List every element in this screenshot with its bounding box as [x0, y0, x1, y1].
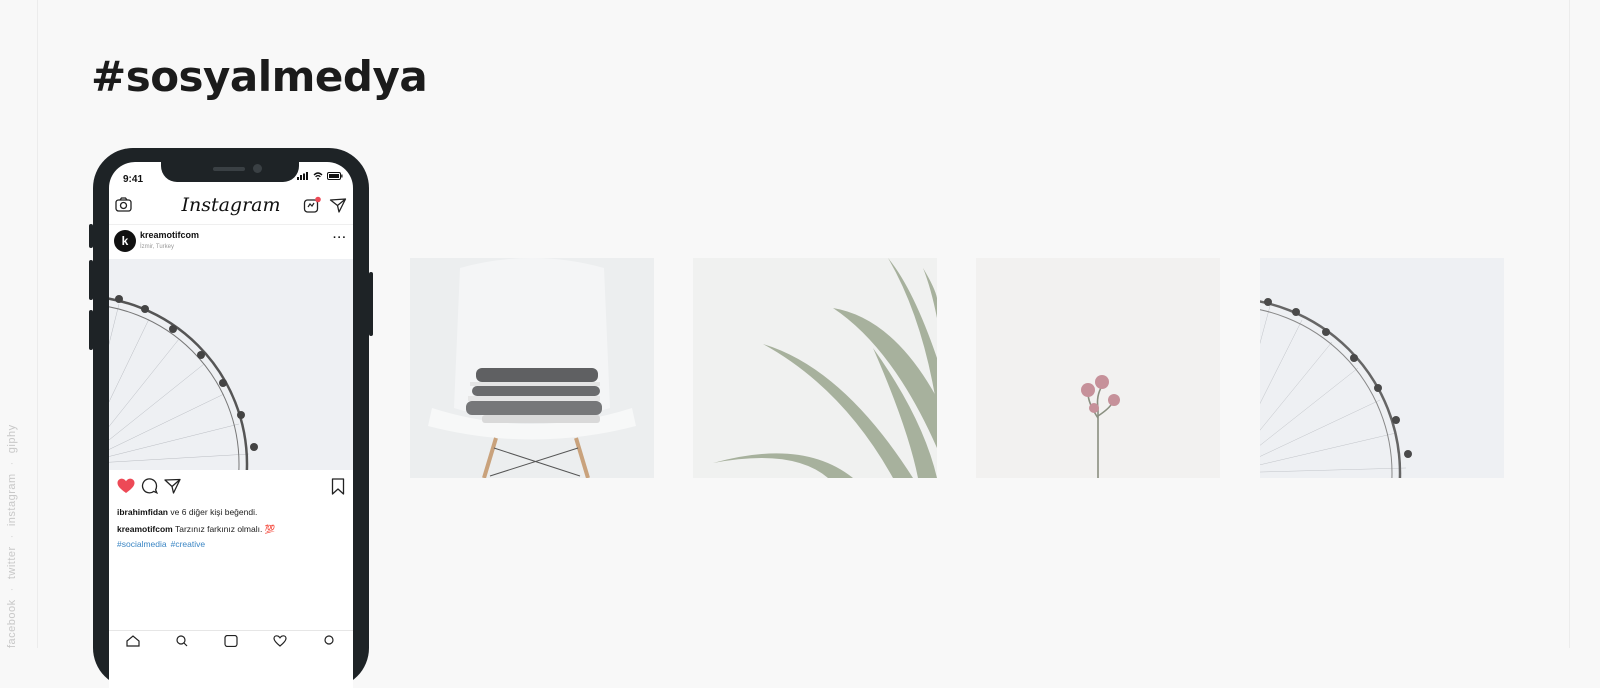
more-options-icon[interactable]: ··· [333, 232, 347, 244]
add-icon[interactable] [224, 635, 238, 647]
signal-icon [297, 172, 308, 180]
front-camera [253, 164, 262, 173]
battery-icon [327, 172, 343, 180]
likes-username[interactable]: ibrahimfidan [117, 507, 168, 517]
right-divider [1569, 0, 1570, 648]
phone-button [89, 260, 93, 300]
bookmark-icon[interactable] [331, 478, 345, 495]
gallery-image-flower[interactable] [976, 258, 1220, 478]
hashtags: #socialmedia #creative [117, 539, 205, 549]
post-location[interactable]: İzmir, Turkey [140, 244, 174, 250]
phone-notch [161, 162, 299, 182]
instagram-header: Instagram [109, 190, 353, 225]
ferris-wheel-image [109, 259, 353, 470]
dried-roses-image [976, 258, 1220, 478]
status-time: 9:41 [123, 174, 144, 185]
profile-icon[interactable] [322, 635, 336, 647]
chair-clothes-image [410, 258, 654, 478]
search-icon[interactable] [175, 635, 189, 647]
status-icons [297, 172, 343, 180]
caption-line: kreamotifcom Tarzınız farkınız olmalı. 💯 [117, 524, 275, 535]
hashtag-link[interactable]: #creative [171, 539, 206, 549]
hashtag-link[interactable]: #socialmedia [117, 539, 167, 549]
share-icon[interactable] [164, 478, 181, 494]
phone-screen: 9:41 Instagram k kreamotifcom İzmir, Tur… [109, 162, 353, 688]
heart-icon[interactable] [117, 478, 135, 494]
social-link-twitter[interactable]: twitter [6, 546, 18, 579]
separator: · [6, 534, 18, 539]
comment-icon[interactable] [141, 478, 158, 494]
post-image[interactable] [109, 259, 353, 470]
agave-plant-image [693, 258, 937, 478]
post-username[interactable]: kreamotifcom [140, 230, 199, 240]
phone-button [89, 224, 93, 248]
social-links: facebook · twitter · instagram · giphy [6, 424, 18, 648]
phone-button [89, 310, 93, 350]
gallery-image-ferris-wheel[interactable] [1260, 258, 1504, 478]
ferris-wheel-image [1260, 258, 1504, 478]
wifi-icon [313, 172, 323, 180]
igtv-icon[interactable] [303, 196, 321, 214]
avatar[interactable]: k [114, 230, 136, 252]
home-icon[interactable] [126, 635, 140, 647]
caption-text: Tarzınız farkınız olmalı. 💯 [174, 524, 276, 534]
gallery-image-chair[interactable] [410, 258, 654, 478]
direct-icon[interactable] [329, 196, 347, 214]
post-actions [117, 478, 345, 500]
separator: · [6, 461, 18, 466]
gallery-image-plant[interactable] [693, 258, 937, 478]
activity-icon[interactable] [273, 635, 287, 647]
post-header: k kreamotifcom İzmir, Turkey ··· [109, 225, 353, 259]
likes-text: ve 6 diğer kişi beğendi. [170, 507, 258, 517]
likes-line: ibrahimfidan ve 6 diğer kişi beğendi. [117, 507, 257, 517]
left-divider [37, 0, 38, 648]
caption-username[interactable]: kreamotifcom [117, 524, 173, 534]
phone-mockup: 9:41 Instagram k kreamotifcom İzmir, Tur… [89, 148, 373, 688]
phone-button [369, 272, 373, 336]
header-actions [303, 196, 347, 214]
section-title: #sosyalmedya [91, 52, 428, 101]
social-link-facebook[interactable]: facebook [6, 599, 18, 648]
separator: · [6, 587, 18, 592]
speaker [213, 167, 245, 171]
social-link-instagram[interactable]: instagram [6, 473, 18, 526]
social-link-giphy[interactable]: giphy [6, 424, 18, 453]
